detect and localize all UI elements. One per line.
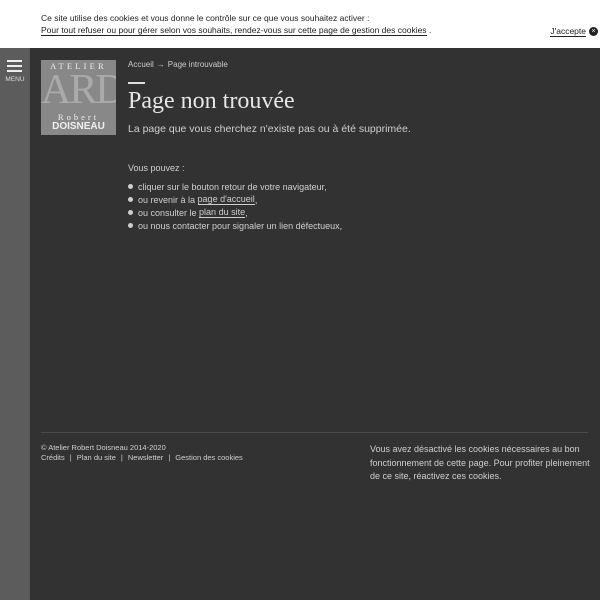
logo-monogram: ARD bbox=[41, 67, 116, 113]
cookie-banner-period: . bbox=[428, 25, 432, 35]
footer-separator: | bbox=[69, 453, 72, 462]
menu-button-label[interactable]: MENU bbox=[0, 76, 30, 83]
breadcrumb: Accueil → Page introuvable bbox=[128, 60, 228, 69]
option-suffix: , bbox=[245, 207, 248, 218]
footer-separator: | bbox=[120, 453, 123, 462]
options-list: cliquer sur le bouton retour de votre na… bbox=[128, 180, 342, 232]
close-icon[interactable]: × bbox=[589, 27, 598, 36]
breadcrumb-home-link[interactable]: Accueil bbox=[128, 60, 154, 69]
logo-line-doisneau: DOISNEAU bbox=[52, 121, 105, 132]
option-suffix: , bbox=[254, 194, 258, 205]
footer-link-newsletter[interactable]: Newsletter bbox=[128, 453, 163, 462]
bullet-icon bbox=[128, 184, 133, 189]
cookie-banner-manage: Pour tout refuser ou pour gérer selon vo… bbox=[41, 25, 432, 36]
option-text: ou revenir à la bbox=[138, 194, 198, 205]
bullet-icon bbox=[128, 197, 133, 202]
option-text: ou nous contacter pour signaler un lien … bbox=[138, 220, 343, 231]
page-subtitle: La page que vous cherchez n'existe pas o… bbox=[128, 123, 411, 135]
home-page-link[interactable]: page d'accueil bbox=[197, 194, 255, 205]
list-item: ou nous contacter pour signaler un lien … bbox=[128, 219, 342, 232]
cookie-banner: Ce site utilise des cookies et vous donn… bbox=[0, 0, 600, 48]
list-item: ou consulter le plan du site, bbox=[128, 206, 342, 219]
footer-separator: | bbox=[168, 453, 171, 462]
sidebar: MENU bbox=[0, 48, 30, 600]
footer-links: Crédits | Plan du site | Newsletter | Gestion … bbox=[41, 453, 243, 462]
footer-link-cookie-settings[interactable]: Gestion des cookies bbox=[175, 453, 243, 462]
menu-icon[interactable] bbox=[7, 60, 22, 75]
cookie-banner-text: Ce site utilise des cookies et vous donn… bbox=[41, 13, 370, 23]
accept-cookies-label[interactable]: J'accepte bbox=[550, 26, 586, 37]
cookie-disabled-notice: Vous avez désactivé les cookies nécessai… bbox=[370, 444, 590, 481]
bullet-icon bbox=[128, 223, 133, 228]
footer-link-credits[interactable]: Crédits bbox=[41, 453, 65, 462]
bullet-icon bbox=[128, 210, 133, 215]
cookie-settings-link[interactable]: Pour tout refuser ou pour gérer selon vo… bbox=[41, 25, 427, 36]
page-title: Page non trouvée bbox=[128, 88, 295, 114]
option-text: cliquer sur le bouton retour de votre na… bbox=[138, 181, 327, 192]
title-divider bbox=[128, 82, 145, 84]
breadcrumb-separator: → bbox=[156, 60, 165, 69]
options-intro: Vous pouvez : bbox=[128, 163, 185, 173]
site-logo[interactable]: ATELIER ARD Robert DOISNEAU bbox=[41, 60, 116, 135]
accept-cookies-button[interactable]: J'accepte × bbox=[550, 26, 598, 37]
footer-link-sitemap[interactable]: Plan du site bbox=[77, 453, 116, 462]
copyright: © Atelier Robert Doisneau 2014-2020 bbox=[41, 443, 166, 452]
sitemap-link[interactable]: plan du site bbox=[199, 207, 246, 218]
list-item: ou revenir à la page d'accueil, bbox=[128, 193, 342, 206]
breadcrumb-current: Page introuvable bbox=[167, 60, 228, 69]
list-item: cliquer sur le bouton retour de votre na… bbox=[128, 180, 342, 193]
option-text: ou consulter le bbox=[138, 207, 200, 218]
footer-divider bbox=[41, 432, 588, 433]
